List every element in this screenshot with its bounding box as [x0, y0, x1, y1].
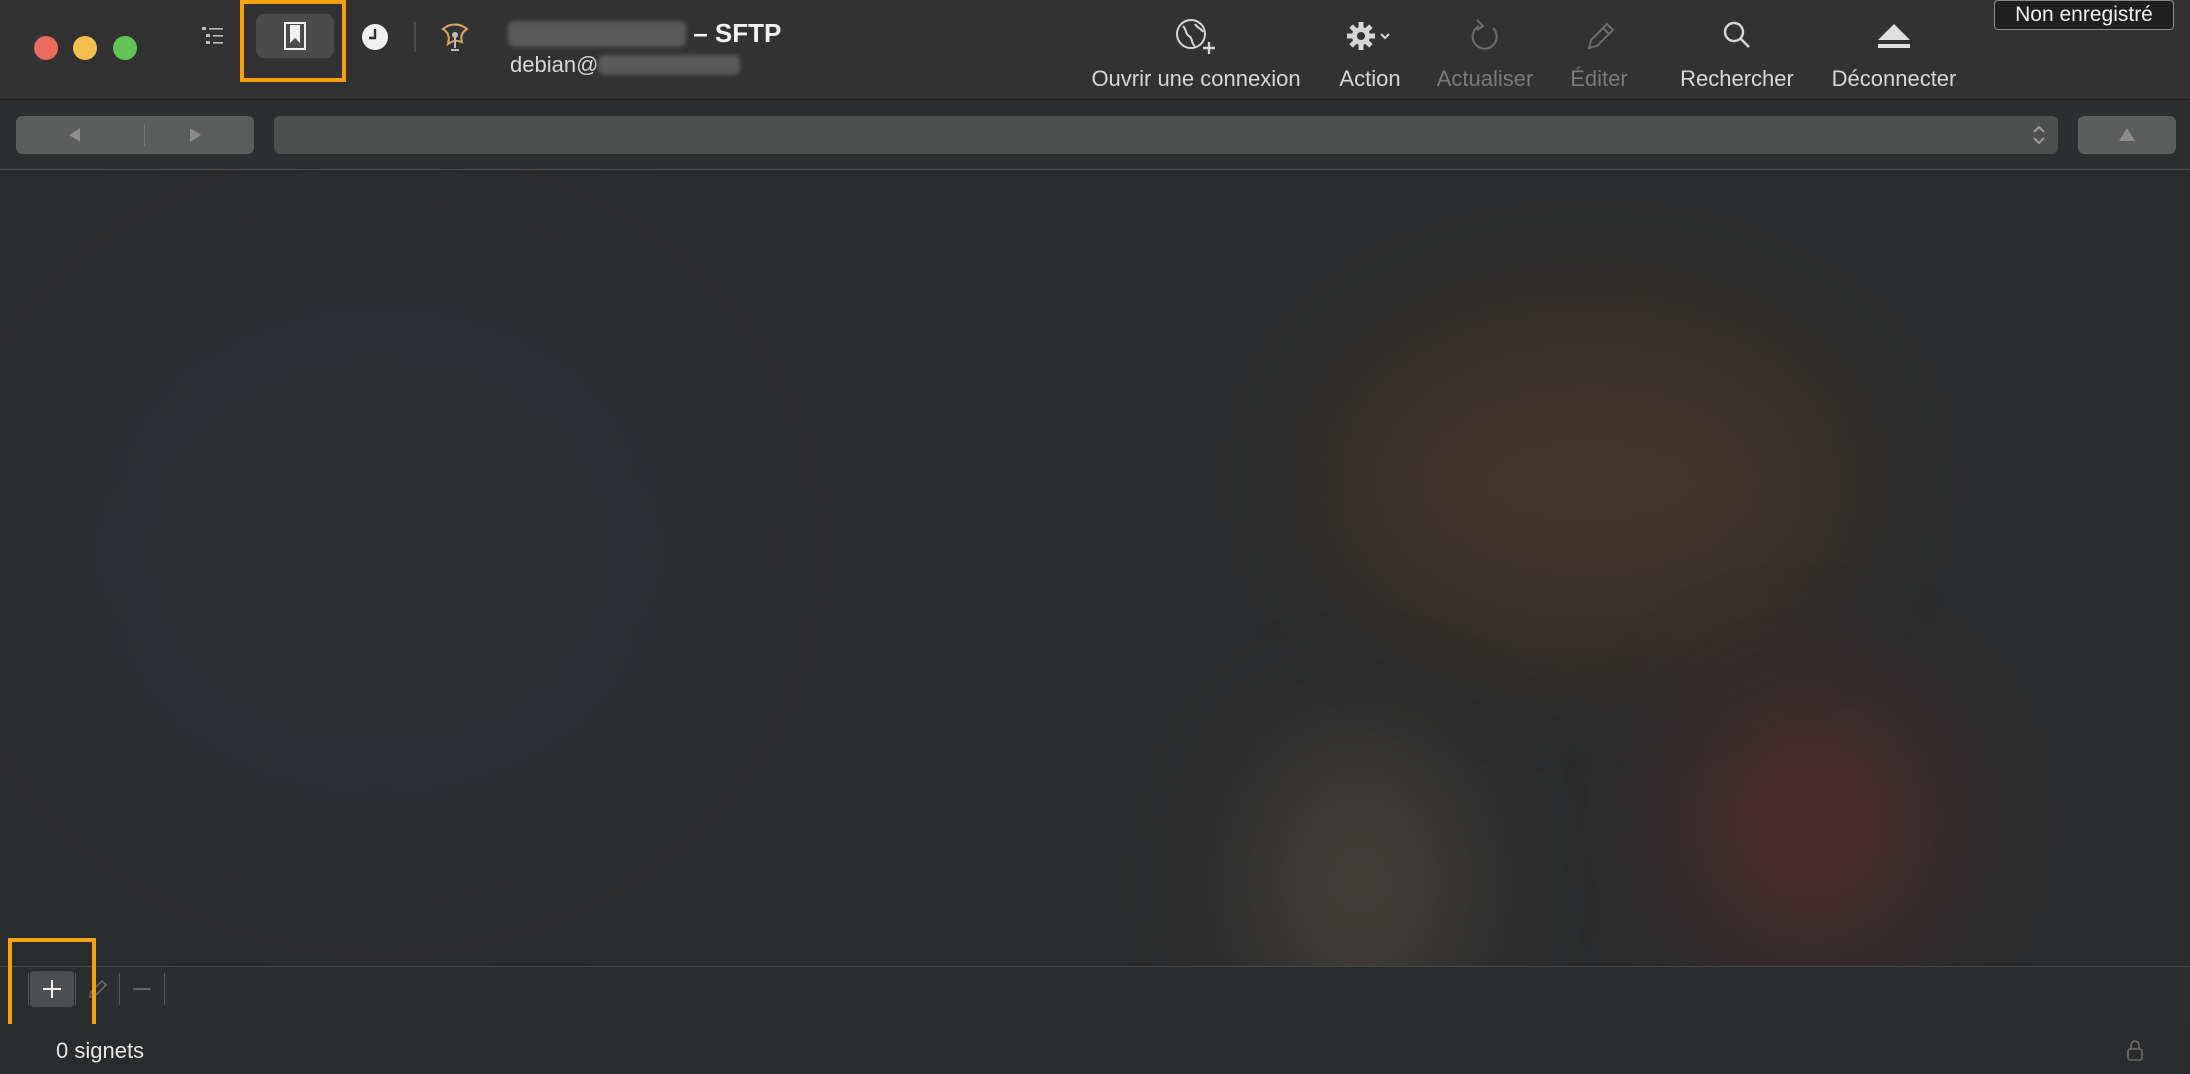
pencil-icon — [1587, 22, 1615, 50]
minus-icon — [133, 988, 151, 990]
back-arrow-icon — [69, 128, 80, 142]
edit-bookmark-button[interactable] — [76, 971, 120, 1007]
open-connection-button[interactable]: Ouvrir une connexion — [1084, 14, 1308, 94]
unregistered-badge[interactable]: Non enregistré — [1994, 0, 2174, 30]
connection-title: – SFTP — [508, 18, 781, 49]
toolbar-separator — [414, 22, 416, 52]
disconnect-label: Déconnecter — [1831, 66, 1957, 91]
status-bar: 0 signets — [0, 1024, 2190, 1074]
open-connection-label: Ouvrir une connexion — [1091, 66, 1301, 91]
path-select[interactable] — [274, 116, 2058, 154]
title-toolbar: – SFTP debian@ Ouvrir une connexion Acti… — [0, 0, 2190, 100]
refresh-button[interactable]: Actualiser — [1428, 14, 1542, 94]
history-clock-icon — [362, 24, 388, 50]
parent-directory-button[interactable] — [2078, 116, 2176, 154]
navigation-bar — [0, 100, 2190, 170]
bonjour-view-button[interactable] — [436, 18, 474, 56]
background-blur — [20, 231, 740, 871]
outline-view-icon — [202, 27, 223, 44]
bookmarks-list[interactable] — [0, 171, 2190, 966]
connection-user: debian@ — [510, 52, 599, 77]
search-label: Rechercher — [1680, 66, 1794, 91]
zoom-window-button[interactable] — [113, 36, 137, 60]
gear-icon — [1347, 22, 1390, 50]
redacted-address — [598, 55, 741, 75]
up-arrow-icon — [2119, 128, 2135, 141]
minimize-window-button[interactable] — [73, 36, 97, 60]
add-bookmark-button[interactable] — [30, 971, 74, 1007]
pencil-icon — [88, 979, 108, 999]
eject-icon — [1878, 24, 1910, 48]
redacted-host — [508, 21, 686, 47]
connection-subtitle: debian@ — [510, 52, 741, 78]
bottom-divider — [164, 973, 165, 1005]
back-button[interactable] — [16, 116, 134, 154]
lock-icon[interactable] — [2124, 1038, 2146, 1062]
action-label: Action — [1339, 66, 1401, 91]
back-forward-control — [16, 116, 254, 154]
history-view-button[interactable] — [358, 20, 392, 54]
forward-arrow-icon — [190, 128, 201, 142]
bonjour-network-icon — [441, 23, 469, 51]
bookmark-actions-bar — [0, 966, 2190, 1024]
bottom-divider — [28, 973, 29, 1005]
background-blur — [1340, 321, 1840, 641]
action-menu-button[interactable]: Action — [1326, 14, 1414, 94]
background-blur — [1250, 731, 1470, 966]
globe-plus-icon — [1176, 19, 1215, 54]
search-icon — [1723, 21, 1750, 48]
delete-bookmark-button[interactable] — [120, 971, 164, 1007]
bookmark-icon — [284, 22, 306, 50]
app-window: – SFTP debian@ Ouvrir une connexion Acti… — [0, 0, 2190, 1074]
outline-view-button[interactable] — [196, 20, 230, 54]
disconnect-button[interactable]: Déconnecter — [1822, 14, 1966, 94]
background-blur — [1690, 691, 1930, 951]
close-window-button[interactable] — [34, 36, 58, 60]
refresh-icon — [1471, 19, 1498, 50]
up-down-chevron-icon — [2033, 125, 2045, 145]
edit-label: Éditer — [1570, 66, 1628, 91]
bookmarks-view-button[interactable] — [256, 14, 334, 58]
refresh-label: Actualiser — [1436, 66, 1534, 91]
forward-button[interactable] — [136, 116, 254, 154]
bookmark-count: 0 signets — [56, 1038, 145, 1063]
edit-button[interactable]: Éditer — [1558, 14, 1640, 94]
plus-icon — [43, 980, 61, 998]
connection-protocol: – SFTP — [693, 18, 782, 48]
search-button[interactable]: Rechercher — [1672, 14, 1802, 94]
